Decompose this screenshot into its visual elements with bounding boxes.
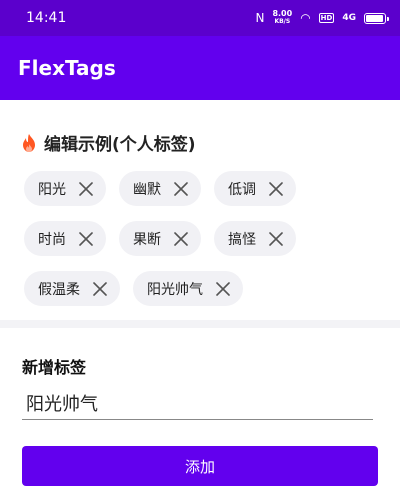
tag-chip[interactable]: 幽默 xyxy=(119,171,201,206)
nfc-icon: N xyxy=(255,11,265,25)
close-icon[interactable] xyxy=(269,181,283,196)
divider xyxy=(0,320,400,328)
tag-section: 编辑示例(个人标签) 阳光 幽默 低调时尚 果断 搞怪假温柔 阳光帅气 xyxy=(0,100,400,318)
section-title: 编辑示例(个人标签) xyxy=(44,135,196,155)
close-icon[interactable] xyxy=(174,231,188,246)
close-icon[interactable] xyxy=(269,231,283,246)
hd-badge: HD xyxy=(318,13,335,23)
network-speed-value: 8.00 xyxy=(272,9,293,18)
add-button[interactable]: 添加 xyxy=(22,446,378,486)
tag-chip-label: 低调 xyxy=(228,181,256,198)
tag-chip[interactable]: 低调 xyxy=(214,171,296,206)
tag-chip[interactable]: 时尚 xyxy=(24,221,106,256)
status-bar: 14:41 N 8.00 KB/S ◠ HD 4G xyxy=(0,0,400,36)
tag-chip-label: 果断 xyxy=(133,231,161,248)
tag-chip-label: 阳光帅气 xyxy=(147,281,203,298)
tag-chip-label: 幽默 xyxy=(133,181,161,198)
tag-flow: 阳光 幽默 低调时尚 果断 搞怪假温柔 阳光帅气 xyxy=(20,171,360,306)
tag-chip[interactable]: 假温柔 xyxy=(24,271,120,306)
tag-chip-label: 搞怪 xyxy=(228,231,256,248)
status-time: 14:41 xyxy=(26,10,67,26)
tag-chip-label: 假温柔 xyxy=(38,281,80,298)
app-bar: FlexTags xyxy=(0,36,400,100)
new-tag-label: 新增标签 xyxy=(22,358,87,377)
app-title: FlexTags xyxy=(18,56,116,80)
close-icon[interactable] xyxy=(216,281,230,296)
new-tag-form: 新增标签 添加 xyxy=(0,328,400,486)
close-icon[interactable] xyxy=(93,281,107,296)
network-speed: 8.00 KB/S xyxy=(272,10,292,26)
tag-chip-label: 阳光 xyxy=(38,181,66,198)
network-speed-unit: KB/S xyxy=(274,18,291,25)
tag-chip-label: 时尚 xyxy=(38,231,66,248)
close-icon[interactable] xyxy=(174,181,188,196)
close-icon[interactable] xyxy=(79,231,93,246)
section-header: 编辑示例(个人标签) xyxy=(20,130,380,155)
new-tag-input[interactable] xyxy=(22,386,373,420)
tag-chip[interactable]: 阳光 xyxy=(24,171,106,206)
battery-level xyxy=(366,14,384,22)
fire-icon xyxy=(23,133,35,152)
signal-label: 4G xyxy=(342,13,356,23)
tag-chip[interactable]: 搞怪 xyxy=(214,221,296,256)
tag-chip[interactable]: 果断 xyxy=(119,221,201,256)
tag-chip[interactable]: 阳光帅气 xyxy=(133,271,243,306)
close-icon[interactable] xyxy=(79,181,93,196)
wifi-icon: ◠ xyxy=(300,11,311,25)
battery-icon xyxy=(364,12,389,24)
status-icons: N 8.00 KB/S ◠ HD 4G xyxy=(255,10,389,26)
